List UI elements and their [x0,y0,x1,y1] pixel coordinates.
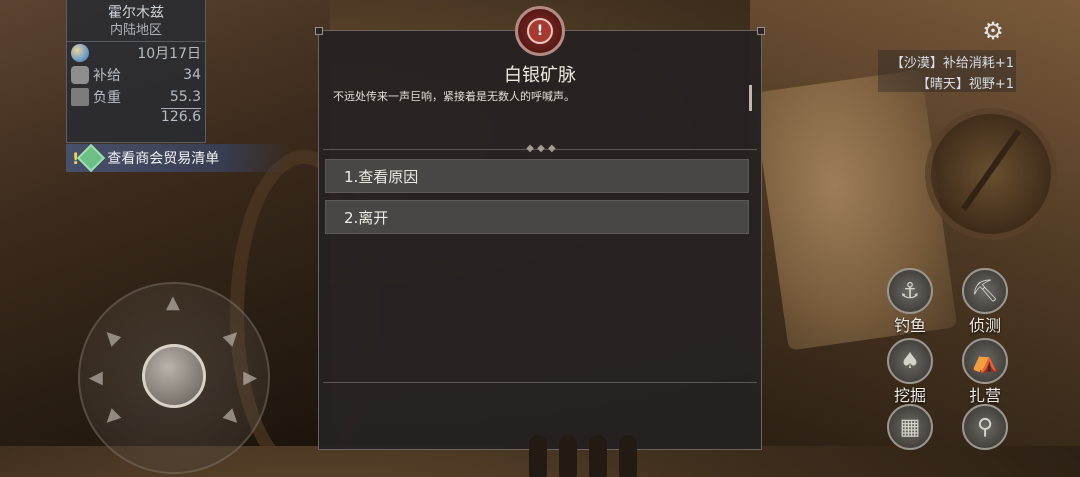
quest-banner[interactable]: ! 查看商会贸易清单 [66,143,290,173]
arrow-up-left-icon: ▲ [98,324,124,349]
area-name: 内陆地区 [67,22,205,42]
supply-row: 补给 34 [67,64,205,86]
supply-value: 34 [183,67,201,83]
camp-label: 扎营 [968,386,1001,405]
tent-icon[interactable]: ⛺ [962,338,1008,384]
supply-icon [71,66,89,84]
globe-icon [71,44,89,62]
load-capacity: 126.6 [160,109,201,125]
quest-text: 查看商会贸易清单 [107,151,220,167]
joystick-knob[interactable] [142,344,206,408]
hook-icon[interactable]: ⚓ [887,268,933,314]
event-alert-emblem: ! [515,6,565,56]
bag-icon[interactable]: ▦ [887,404,933,450]
arrow-up-icon: ▲ [166,292,180,313]
fish-label: 钓鱼 [893,316,926,335]
event-title: 白银矿脉 [504,65,576,86]
load-label: 负重 [93,90,121,106]
camp-action[interactable]: ⛺ 扎营 [962,338,1008,406]
dialog-scrollbar[interactable] [749,85,752,111]
status-effect-desert: 【沙漠】补给消耗+1 [890,56,1014,71]
pickaxe-icon[interactable]: ⛏ [962,268,1008,314]
dialog-corner [315,27,323,35]
party-characters [529,415,649,477]
load-row: 负重 55.3 [67,86,205,108]
load-block: 负重 55.3 126.6 [67,86,205,126]
location-panel: 霍尔木兹 内陆地区 10月17日 补给 34 负重 55.3 126.6 [66,0,206,143]
date-row: 10月17日 [67,42,205,64]
event-dialog: 白银矿脉 不远处传来一声巨响，紧接着是无数人的呼喊声。 ◆ ◆ ◆ 1.查看原因… [315,27,765,477]
alert-icon: ! [527,18,553,44]
supply-label: 补给 [93,68,121,84]
character [589,435,607,477]
gear-icon[interactable]: ⚙ [980,18,1006,44]
choice-leave[interactable]: 2.离开 [325,200,749,234]
dialog-bottom-divider [323,382,757,383]
character [559,435,577,477]
magnifier-icon[interactable]: ⚲ [962,404,1008,450]
dig-label: 挖掘 [893,386,926,405]
arrow-left-icon: ▲ [84,371,106,386]
load-icon [71,88,89,106]
event-description: 不远处传来一声巨响，紧接着是无数人的呼喊声。 [333,90,575,103]
load-current: 55.3 [169,89,201,105]
search-action[interactable]: ⚲ [962,404,1008,450]
scout-label: 侦测 [968,316,1001,335]
ornament-icon: ◆ ◆ ◆ [526,143,556,154]
character [619,435,637,477]
region-name: 霍尔木兹 [108,5,164,21]
choice-investigate[interactable]: 1.查看原因 [325,159,749,193]
fish-action[interactable]: ⚓ 钓鱼 [887,268,933,336]
arrow-down-left-icon: ▲ [98,406,124,431]
scout-action[interactable]: ⛏ 侦测 [962,268,1008,336]
arrow-right-icon: ▲ [240,371,262,386]
arrow-up-right-icon: ▲ [220,324,246,349]
dialog-corner [757,27,765,35]
compass-icon [925,108,1057,240]
load-capacity-row: 126.6 [67,108,205,126]
dig-action[interactable]: ♠ 挖掘 [887,338,933,406]
movement-joystick[interactable]: ▲ ▲ ▲ ▲ ▲ ▲ ▲ [78,282,270,474]
bag-action[interactable]: ▦ [887,404,933,450]
status-effect-sunny: 【晴天】视野+1 [916,77,1014,92]
date-value: 10月17日 [137,46,201,62]
arrow-down-right-icon: ▲ [220,406,246,431]
quest-gem-icon [77,143,106,173]
shovel-icon[interactable]: ♠ [887,338,933,384]
character [529,435,547,477]
